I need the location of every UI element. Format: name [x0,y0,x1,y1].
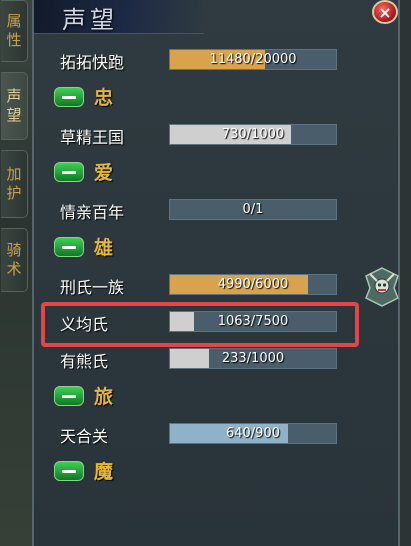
reputation-row: 天合关 640/900 [50,416,362,453]
tab-attributes[interactable]: 属 性 [1,0,28,62]
reputation-bar: 640/900 [169,423,337,444]
title-banner [34,0,204,34]
reputation-row: 刑氏一族 4990/6000 [50,267,362,304]
reputation-panel: 声望 × 拓拓快跑 11480/20000 忠 草精王国 730/1000 爱 [32,0,400,546]
category-label: 魔 [94,461,114,483]
tab-label: 骑 术 [6,241,22,278]
collapse-button[interactable] [54,87,84,107]
reputation-value: 4990/6000 [217,277,289,292]
reputation-bar: 233/1000 [169,348,337,369]
collapse-button[interactable] [54,237,84,257]
category-row: 雄 [50,229,362,267]
minus-icon [62,245,76,249]
minus-icon [62,95,76,99]
reputation-bar: 0/1 [169,199,337,220]
tab-label: 声 望 [6,87,22,124]
reputation-name: 有熊氏 [60,352,109,371]
category-row: 魔 [50,453,362,491]
reputation-row: 拓拓快跑 11480/20000 [50,42,362,79]
reputation-bar: 730/1000 [169,124,337,145]
category-label: 爱 [94,162,114,184]
reputation-value: 0/1 [242,202,264,217]
tab-reputation[interactable]: 声 望 [1,72,28,140]
reputation-value: 11480/20000 [209,52,297,67]
close-icon: × [378,2,392,22]
reputation-name: 情亲百年 [60,203,125,222]
collapse-button[interactable] [54,461,84,481]
reputation-name: 刑氏一族 [60,278,125,297]
tab-label: 加 护 [6,165,22,202]
minus-icon [62,469,76,473]
tab-riding[interactable]: 骑 术 [1,228,28,292]
minus-icon [62,170,76,174]
category-label: 旅 [94,386,114,408]
reputation-value: 640/900 [225,426,280,441]
reputation-value: 233/1000 [221,351,285,366]
reputation-name: 天合关 [60,427,109,446]
faction-emblem-icon [365,267,399,307]
reputation-name: 拓拓快跑 [60,53,125,72]
category-row: 旅 [50,378,362,416]
minus-icon [62,394,76,398]
collapse-button[interactable] [54,162,84,182]
reputation-row: 草精王国 730/1000 [50,117,362,154]
reputation-bar: 4990/6000 [169,274,337,295]
reputation-row: 情亲百年 0/1 [50,192,362,229]
category-row: 爱 [50,154,362,192]
category-row: 忠 [50,79,362,117]
highlight-box [41,302,359,347]
background-right [400,0,411,546]
reputation-name: 草精王国 [60,128,125,147]
category-label: 忠 [94,87,114,109]
side-tab-bar: 属 性 声 望 加 护 骑 术 [0,0,30,546]
tab-protection[interactable]: 加 护 [1,150,28,218]
tab-label: 属 性 [6,12,22,49]
collapse-button[interactable] [54,386,84,406]
panel-title: 声望 [62,6,118,34]
category-label: 雄 [94,237,114,259]
reputation-list: 拓拓快跑 11480/20000 忠 草精王国 730/1000 爱 情亲百年 [50,42,362,491]
reputation-bar: 11480/20000 [169,49,337,70]
reputation-value: 730/1000 [221,127,285,142]
close-button[interactable]: × [372,0,398,24]
